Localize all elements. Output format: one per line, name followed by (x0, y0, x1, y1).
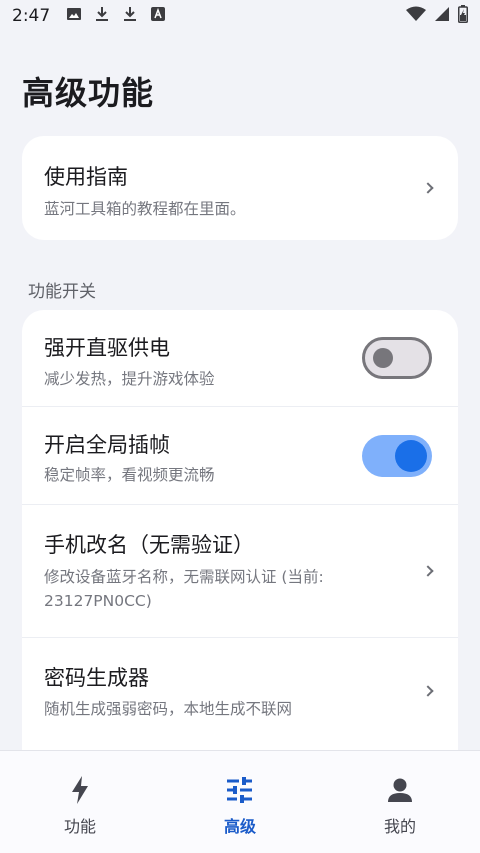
nav-item-mine[interactable]: 我的 (320, 751, 480, 853)
feature-row-direct-power[interactable]: 强开直驱供电 减少发热，提升游戏体验 (22, 310, 458, 407)
font-icon (150, 6, 166, 27)
bolt-icon (71, 775, 89, 805)
feature-subtitle: 修改设备蓝牙名称，无需联网认证 (当前: 23127PN0CC) (44, 568, 324, 610)
person-icon (387, 775, 413, 805)
tune-icon (226, 775, 254, 805)
signal-icon (434, 6, 450, 27)
guide-title: 使用指南 (44, 165, 128, 189)
status-time: 2:47 (12, 6, 51, 26)
guide-card[interactable]: 使用指南 蓝河工具箱的教程都在里面。 (22, 136, 458, 240)
nav-label: 功能 (63, 817, 96, 836)
wifi-icon (406, 6, 426, 27)
download-icon (94, 6, 110, 27)
frame-interpolation-switch[interactable] (362, 435, 432, 477)
feature-title: 强开直驱供电 (44, 336, 170, 360)
feature-title: 密码生成器 (44, 666, 149, 690)
bottom-nav: 功能 高级 我的 (0, 751, 480, 853)
feature-subtitle: 减少发热，提升游戏体验 (44, 370, 215, 388)
nav-item-features[interactable]: 功能 (0, 751, 160, 853)
page-title: 高级功能 (22, 74, 155, 112)
chevron-right-icon (422, 565, 434, 577)
feature-title: 手机改名（无需验证） (44, 533, 254, 557)
direct-power-switch[interactable] (362, 337, 432, 379)
nav-label: 高级 (223, 817, 256, 836)
battery-icon (458, 4, 468, 28)
chevron-right-icon (422, 182, 434, 194)
chevron-right-icon (422, 685, 434, 697)
image-icon (66, 6, 82, 27)
section-label: 功能开关 (28, 282, 96, 302)
nav-label: 我的 (383, 817, 416, 836)
guide-row[interactable]: 使用指南 蓝河工具箱的教程都在里面。 (22, 136, 458, 240)
guide-subtitle: 蓝河工具箱的教程都在里面。 (44, 200, 246, 218)
features-card: 强开直驱供电 减少发热，提升游戏体验 开启全局插帧 稳定帧率，看视频更流畅 手机… (22, 310, 458, 770)
download-icon (122, 6, 138, 27)
switch-knob (373, 348, 393, 368)
nav-item-advanced[interactable]: 高级 (160, 751, 320, 853)
feature-subtitle: 稳定帧率，看视频更流畅 (44, 466, 215, 484)
feature-row-frame-interpolation[interactable]: 开启全局插帧 稳定帧率，看视频更流畅 (22, 407, 458, 505)
feature-row-rename-phone[interactable]: 手机改名（无需验证） 修改设备蓝牙名称，无需联网认证 (当前: 23127PN0… (22, 505, 458, 638)
feature-row-password-generator[interactable]: 密码生成器 随机生成强弱密码，本地生成不联网 (22, 638, 458, 746)
feature-title: 开启全局插帧 (44, 433, 170, 457)
status-bar: 2:47 (0, 0, 480, 32)
feature-subtitle: 随机生成强弱密码，本地生成不联网 (44, 700, 293, 718)
switch-knob (395, 440, 427, 472)
